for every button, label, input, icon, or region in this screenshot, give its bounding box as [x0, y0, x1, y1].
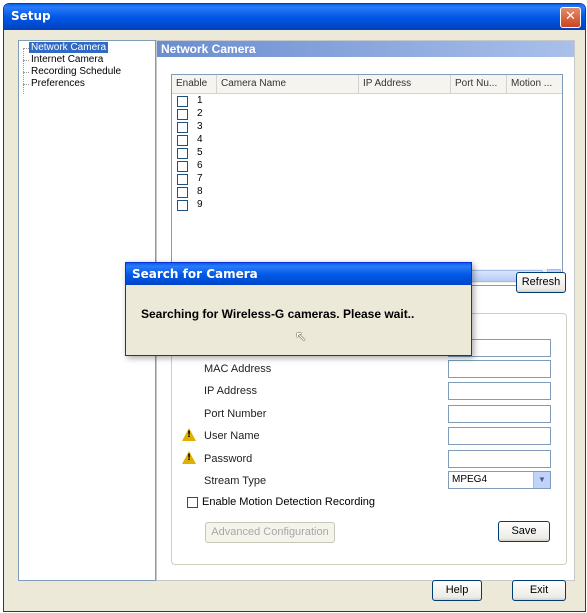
enable-checkbox[interactable] [177, 122, 188, 133]
table-row[interactable]: 2 [172, 108, 562, 121]
table-row[interactable]: 7 [172, 173, 562, 186]
panel-title: Network Camera [157, 41, 574, 57]
tree-item-internet-camera[interactable]: Internet Camera [29, 54, 105, 66]
dialog-title[interactable]: Search for Camera [126, 263, 471, 285]
tree-item-preferences[interactable]: Preferences [29, 78, 87, 90]
enable-checkbox[interactable] [177, 174, 188, 185]
close-icon: ✕ [565, 9, 576, 24]
ip-address-label: IP Address [204, 385, 257, 397]
tree-item-recording-schedule[interactable]: Recording Schedule [29, 66, 123, 78]
enable-checkbox[interactable] [177, 187, 188, 198]
save-button[interactable]: Save [498, 521, 550, 542]
help-button[interactable]: Help [432, 580, 482, 601]
mouse-cursor-icon: ↖ [295, 329, 307, 345]
enable-checkbox[interactable] [177, 96, 188, 107]
stream-type-select[interactable]: MPEG4 ▼ [448, 471, 551, 489]
ip-address-field[interactable] [448, 382, 551, 400]
port-number-label: Port Number [204, 408, 267, 420]
table-row[interactable]: 3 [172, 121, 562, 134]
user-name-field[interactable] [448, 427, 551, 445]
column-camera-name[interactable]: Camera Name [217, 75, 359, 93]
enable-checkbox[interactable] [177, 200, 188, 211]
enable-checkbox[interactable] [177, 148, 188, 159]
password-field[interactable] [448, 450, 551, 468]
table-row[interactable]: 5 [172, 147, 562, 160]
column-port-number[interactable]: Port Nu... [451, 75, 507, 93]
table-row[interactable]: 1 [172, 95, 562, 108]
chevron-down-icon[interactable]: ▼ [533, 472, 550, 488]
tree-item-network-camera[interactable]: Network Camera [29, 42, 109, 54]
enable-checkbox[interactable] [177, 161, 188, 172]
camera-number: 7 [197, 173, 203, 184]
mac-address-label: MAC Address [204, 363, 272, 375]
column-enable[interactable]: Enable [172, 75, 217, 93]
tree-connector-line [23, 48, 24, 94]
camera-number: 9 [197, 199, 203, 210]
enable-checkbox[interactable] [177, 135, 188, 146]
column-motion[interactable]: Motion ... [507, 75, 562, 93]
camera-number: 2 [197, 108, 203, 119]
table-row[interactable]: 6 [172, 160, 562, 173]
table-row[interactable]: 4 [172, 134, 562, 147]
table-row[interactable]: 8 [172, 186, 562, 199]
stream-type-value: MPEG4 [452, 474, 488, 485]
camera-number: 4 [197, 134, 203, 145]
column-ip-address[interactable]: IP Address [359, 75, 451, 93]
port-number-field[interactable] [448, 405, 551, 423]
camera-number: 6 [197, 160, 203, 171]
advanced-configuration-button[interactable]: Advanced Configuration [205, 522, 335, 543]
camera-number: 5 [197, 147, 203, 158]
dialog-message: Searching for Wireless-G cameras. Please… [141, 307, 415, 321]
title-bar[interactable]: Setup ✕ [4, 4, 585, 30]
mac-address-field[interactable] [448, 360, 551, 378]
window-title: Setup [11, 9, 51, 23]
stream-type-label: Stream Type [204, 475, 267, 487]
motion-detection-checkbox[interactable] [187, 497, 198, 508]
close-button[interactable]: ✕ [560, 7, 581, 28]
password-label: Password [204, 453, 253, 465]
camera-number: 8 [197, 186, 203, 197]
camera-list-header: Enable Camera Name IP Address Port Nu...… [172, 75, 562, 94]
user-name-label: User Name [204, 430, 260, 442]
warning-icon: ! [182, 428, 196, 441]
camera-number: 3 [197, 121, 203, 132]
camera-list[interactable]: Enable Camera Name IP Address Port Nu...… [171, 74, 563, 286]
refresh-button[interactable]: Refresh [516, 272, 566, 293]
enable-checkbox[interactable] [177, 109, 188, 120]
exit-button[interactable]: Exit [512, 580, 566, 601]
motion-detection-label: Enable Motion Detection Recording [202, 496, 376, 508]
camera-number: 1 [197, 95, 203, 106]
table-row[interactable]: 9 [172, 199, 562, 212]
warning-icon: ! [182, 451, 196, 464]
search-for-camera-dialog: Search for Camera Searching for Wireless… [125, 262, 472, 356]
